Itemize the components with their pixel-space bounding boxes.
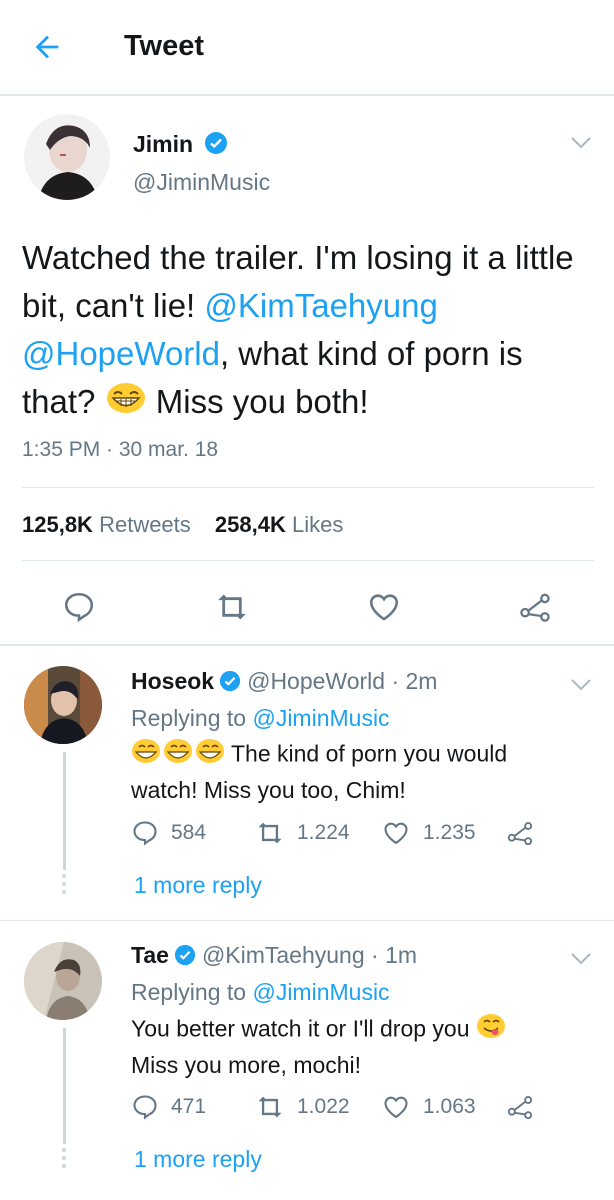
author-handle[interactable]: @JiminMusic — [133, 169, 270, 196]
reply-text: The kind of porn you would watch! Miss y… — [131, 737, 571, 807]
like-icon[interactable] — [366, 590, 402, 629]
replying-to-prefix: Replying to — [131, 979, 253, 1005]
tweet-text-part: Miss you both! — [146, 383, 369, 420]
more-replies-link[interactable]: 1 more reply — [134, 1146, 262, 1173]
reply-text-line: The kind of porn you would — [131, 737, 571, 774]
chevron-down-icon[interactable] — [570, 952, 592, 966]
mention-link[interactable]: @JiminMusic — [252, 705, 389, 731]
reply-tweet[interactable]: Tae @KimTaehyung · 1m Replying to @JiminM… — [0, 922, 614, 1200]
mention-link[interactable]: @HopeWorld — [22, 335, 220, 372]
retweet-count: 1.224 — [297, 821, 350, 844]
divider — [0, 920, 614, 921]
tweet-timestamp: 1:35 PM · 30 mar. 18 — [22, 438, 219, 461]
retweet-count: 1.022 — [297, 1095, 350, 1118]
engagement-stats[interactable]: 125,8K Retweets 258,4K Likes — [22, 512, 343, 538]
reply-text-part: The kind of porn you would — [225, 740, 508, 767]
replying-to: Replying to @JiminMusic — [131, 705, 390, 732]
author-name-text[interactable]: Jimin — [133, 131, 193, 157]
reply-count: 471 — [171, 1095, 207, 1118]
thread-line — [63, 752, 66, 870]
back-arrow-icon[interactable] — [30, 30, 70, 66]
reply-count: 584 — [171, 821, 207, 844]
like-icon[interactable]: 1.235 — [381, 818, 476, 848]
author-handle-time[interactable]: @HopeWorld · 2m — [247, 668, 437, 694]
like-count: 1.063 — [423, 1095, 476, 1118]
laughing-emoji — [131, 737, 225, 774]
top-bar: Tweet — [0, 0, 614, 96]
reply-header: Tae @KimTaehyung · 1m — [131, 942, 417, 972]
reply-icon[interactable]: 584 — [131, 818, 206, 848]
retweet-icon[interactable] — [214, 590, 250, 629]
author-handle-time[interactable]: @KimTaehyung · 1m — [202, 942, 417, 968]
laughing-emoji — [105, 380, 147, 428]
thread-dots — [62, 1148, 67, 1172]
thread-dots — [62, 874, 67, 898]
share-icon[interactable] — [518, 590, 552, 629]
avatar[interactable] — [24, 114, 110, 200]
reply-icon[interactable]: 471 — [131, 1092, 206, 1122]
more-replies-link[interactable]: 1 more reply — [134, 872, 262, 899]
reply-icon[interactable] — [62, 590, 96, 629]
likes-count: 258,4K — [214, 512, 286, 537]
reply-text-line: Miss you more, mochi! — [131, 1052, 362, 1078]
replying-to-prefix: Replying to — [131, 705, 253, 731]
verified-icon — [174, 944, 196, 972]
retweets-label: Retweets — [99, 512, 191, 537]
page-title: Tweet — [124, 30, 205, 62]
reply-text-line: watch! Miss you too, Chim! — [131, 777, 406, 803]
replying-to: Replying to @JiminMusic — [131, 979, 390, 1006]
mention-link[interactable]: @JiminMusic — [252, 979, 389, 1005]
reply-actions: 471 1.022 1.063 — [131, 1092, 551, 1122]
divider — [22, 560, 594, 561]
author-name[interactable]: Tae — [131, 942, 169, 968]
reply-text: You better watch it or I'll drop you Mis… — [131, 1012, 571, 1082]
avatar[interactable] — [24, 942, 102, 1020]
reply-tweet[interactable]: Hoseok @HopeWorld · 2m Replying to @Jimin… — [0, 648, 614, 920]
divider — [22, 487, 594, 488]
reply-actions: 584 1.224 1.235 — [131, 818, 551, 848]
reply-text-part: You better watch it or I'll drop you — [131, 1015, 476, 1042]
verified-icon — [204, 131, 228, 161]
thread-line — [63, 1028, 66, 1144]
chevron-down-icon[interactable] — [570, 678, 592, 692]
retweet-icon[interactable]: 1.022 — [255, 1092, 350, 1122]
reply-text-line: You better watch it or I'll drop you — [131, 1012, 571, 1049]
retweet-icon[interactable]: 1.224 — [255, 818, 350, 848]
share-icon[interactable] — [506, 1092, 534, 1122]
reply-header: Hoseok @HopeWorld · 2m — [131, 668, 437, 698]
likes-label: Likes — [292, 512, 344, 537]
author-name[interactable]: Jimin — [133, 131, 228, 161]
retweets-count: 125,8K — [22, 512, 93, 537]
mention-link[interactable]: @KimTaehyung — [204, 287, 437, 324]
tweet-actions — [0, 584, 614, 628]
avatar[interactable] — [24, 666, 102, 744]
like-icon[interactable]: 1.063 — [381, 1092, 476, 1122]
like-count: 1.235 — [423, 821, 476, 844]
yum-emoji — [476, 1012, 506, 1049]
share-icon[interactable] — [506, 818, 534, 848]
author-name[interactable]: Hoseok — [131, 668, 214, 694]
main-tweet: Jimin @JiminMusic Watched the trailer. I… — [0, 98, 614, 646]
tweet-text: Watched the trailer. I'm losing it a lit… — [22, 234, 594, 428]
verified-icon — [219, 670, 241, 698]
chevron-down-icon[interactable] — [570, 136, 592, 150]
